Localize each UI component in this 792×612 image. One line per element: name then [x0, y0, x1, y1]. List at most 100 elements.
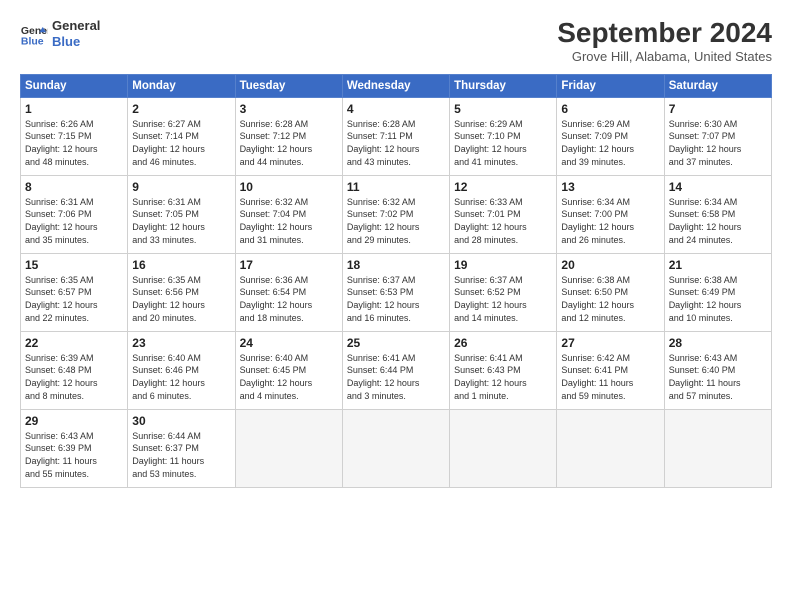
- day-info: Sunrise: 6:35 AM Sunset: 6:57 PM Dayligh…: [25, 274, 123, 324]
- day-info: Sunrise: 6:31 AM Sunset: 7:06 PM Dayligh…: [25, 196, 123, 246]
- weekday-header: Friday: [557, 74, 664, 97]
- logo-icon: General Blue: [20, 20, 48, 48]
- calendar-cell: 28 Sunrise: 6:43 AM Sunset: 6:40 PM Dayli…: [664, 331, 771, 409]
- day-number: 18: [347, 258, 445, 272]
- header: General Blue General Blue September 2024…: [20, 18, 772, 64]
- calendar-week-row: 1 Sunrise: 6:26 AM Sunset: 7:15 PM Daylig…: [21, 97, 772, 175]
- day-info: Sunrise: 6:27 AM Sunset: 7:14 PM Dayligh…: [132, 118, 230, 168]
- day-number: 12: [454, 180, 552, 194]
- calendar-cell: 11 Sunrise: 6:32 AM Sunset: 7:02 PM Dayli…: [342, 175, 449, 253]
- weekday-header: Thursday: [450, 74, 557, 97]
- day-number: 13: [561, 180, 659, 194]
- calendar-table: SundayMondayTuesdayWednesdayThursdayFrid…: [20, 74, 772, 488]
- calendar-cell: 25Sunrise: 6:41 AM Sunset: 6:44 PM Dayli…: [342, 331, 449, 409]
- day-info: Sunrise: 6:26 AM Sunset: 7:15 PM Dayligh…: [25, 118, 123, 168]
- weekday-header: Tuesday: [235, 74, 342, 97]
- calendar-cell: 14 Sunrise: 6:34 AM Sunset: 6:58 PM Dayli…: [664, 175, 771, 253]
- weekday-header: Monday: [128, 74, 235, 97]
- calendar-cell: 30Sunrise: 6:44 AM Sunset: 6:37 PM Dayli…: [128, 409, 235, 487]
- calendar-cell: 19 Sunrise: 6:37 AM Sunset: 6:52 PM Dayli…: [450, 253, 557, 331]
- day-info: Sunrise: 6:32 AM Sunset: 7:02 PM Dayligh…: [347, 196, 445, 246]
- day-number: 25: [347, 336, 445, 350]
- day-info: Sunrise: 6:39 AM Sunset: 6:48 PM Dayligh…: [25, 352, 123, 402]
- day-number: 1: [25, 102, 123, 116]
- calendar-cell: 8 Sunrise: 6:31 AM Sunset: 7:06 PM Daylig…: [21, 175, 128, 253]
- day-info: Sunrise: 6:40 AM Sunset: 6:46 PM Dayligh…: [132, 352, 230, 402]
- calendar-cell: 6Sunrise: 6:29 AM Sunset: 7:09 PM Daylig…: [557, 97, 664, 175]
- day-number: 14: [669, 180, 767, 194]
- calendar-cell: 12 Sunrise: 6:33 AM Sunset: 7:01 PM Dayli…: [450, 175, 557, 253]
- day-info: Sunrise: 6:28 AM Sunset: 7:12 PM Dayligh…: [240, 118, 338, 168]
- day-number: 5: [454, 102, 552, 116]
- calendar-cell: [664, 409, 771, 487]
- day-number: 17: [240, 258, 338, 272]
- day-number: 22: [25, 336, 123, 350]
- day-info: Sunrise: 6:43 AM Sunset: 6:39 PM Dayligh…: [25, 430, 123, 480]
- calendar-cell: 18Sunrise: 6:37 AM Sunset: 6:53 PM Dayli…: [342, 253, 449, 331]
- calendar-week-row: 8 Sunrise: 6:31 AM Sunset: 7:06 PM Daylig…: [21, 175, 772, 253]
- calendar-cell: [342, 409, 449, 487]
- day-number: 8: [25, 180, 123, 194]
- calendar-cell: 10 Sunrise: 6:32 AM Sunset: 7:04 PM Dayli…: [235, 175, 342, 253]
- day-number: 27: [561, 336, 659, 350]
- calendar-cell: 5 Sunrise: 6:29 AM Sunset: 7:10 PM Daylig…: [450, 97, 557, 175]
- calendar-week-row: 29 Sunrise: 6:43 AM Sunset: 6:39 PM Dayli…: [21, 409, 772, 487]
- day-number: 21: [669, 258, 767, 272]
- calendar-cell: 16 Sunrise: 6:35 AM Sunset: 6:56 PM Dayli…: [128, 253, 235, 331]
- day-info: Sunrise: 6:35 AM Sunset: 6:56 PM Dayligh…: [132, 274, 230, 324]
- day-info: Sunrise: 6:41 AM Sunset: 6:43 PM Dayligh…: [454, 352, 552, 402]
- day-number: 7: [669, 102, 767, 116]
- day-number: 24: [240, 336, 338, 350]
- calendar-cell: [557, 409, 664, 487]
- weekday-header-row: SundayMondayTuesdayWednesdayThursdayFrid…: [21, 74, 772, 97]
- day-info: Sunrise: 6:32 AM Sunset: 7:04 PM Dayligh…: [240, 196, 338, 246]
- day-info: Sunrise: 6:30 AM Sunset: 7:07 PM Dayligh…: [669, 118, 767, 168]
- calendar-cell: 26 Sunrise: 6:41 AM Sunset: 6:43 PM Dayli…: [450, 331, 557, 409]
- day-info: Sunrise: 6:38 AM Sunset: 6:49 PM Dayligh…: [669, 274, 767, 324]
- day-info: Sunrise: 6:43 AM Sunset: 6:40 PM Dayligh…: [669, 352, 767, 402]
- day-number: 29: [25, 414, 123, 428]
- calendar-cell: 3 Sunrise: 6:28 AM Sunset: 7:12 PM Daylig…: [235, 97, 342, 175]
- day-number: 4: [347, 102, 445, 116]
- calendar-cell: 15 Sunrise: 6:35 AM Sunset: 6:57 PM Dayli…: [21, 253, 128, 331]
- day-number: 19: [454, 258, 552, 272]
- calendar-cell: 27 Sunrise: 6:42 AM Sunset: 6:41 PM Dayli…: [557, 331, 664, 409]
- calendar-cell: 24Sunrise: 6:40 AM Sunset: 6:45 PM Dayli…: [235, 331, 342, 409]
- title-section: September 2024 Grove Hill, Alabama, Unit…: [557, 18, 772, 64]
- day-info: Sunrise: 6:29 AM Sunset: 7:09 PM Dayligh…: [561, 118, 659, 168]
- logo: General Blue General Blue: [20, 18, 100, 49]
- day-info: Sunrise: 6:29 AM Sunset: 7:10 PM Dayligh…: [454, 118, 552, 168]
- day-number: 11: [347, 180, 445, 194]
- calendar-cell: 23 Sunrise: 6:40 AM Sunset: 6:46 PM Dayli…: [128, 331, 235, 409]
- day-number: 15: [25, 258, 123, 272]
- day-info: Sunrise: 6:38 AM Sunset: 6:50 PM Dayligh…: [561, 274, 659, 324]
- day-number: 16: [132, 258, 230, 272]
- day-number: 23: [132, 336, 230, 350]
- calendar-cell: 20Sunrise: 6:38 AM Sunset: 6:50 PM Dayli…: [557, 253, 664, 331]
- day-info: Sunrise: 6:28 AM Sunset: 7:11 PM Dayligh…: [347, 118, 445, 168]
- calendar-cell: [235, 409, 342, 487]
- day-info: Sunrise: 6:44 AM Sunset: 6:37 PM Dayligh…: [132, 430, 230, 480]
- calendar-week-row: 22 Sunrise: 6:39 AM Sunset: 6:48 PM Dayli…: [21, 331, 772, 409]
- day-number: 28: [669, 336, 767, 350]
- day-info: Sunrise: 6:34 AM Sunset: 6:58 PM Dayligh…: [669, 196, 767, 246]
- calendar-cell: 1 Sunrise: 6:26 AM Sunset: 7:15 PM Daylig…: [21, 97, 128, 175]
- month-title: September 2024: [557, 18, 772, 49]
- day-info: Sunrise: 6:33 AM Sunset: 7:01 PM Dayligh…: [454, 196, 552, 246]
- weekday-header: Sunday: [21, 74, 128, 97]
- day-info: Sunrise: 6:37 AM Sunset: 6:52 PM Dayligh…: [454, 274, 552, 324]
- weekday-header: Wednesday: [342, 74, 449, 97]
- calendar-cell: 2 Sunrise: 6:27 AM Sunset: 7:14 PM Daylig…: [128, 97, 235, 175]
- day-number: 3: [240, 102, 338, 116]
- day-number: 2: [132, 102, 230, 116]
- weekday-header: Saturday: [664, 74, 771, 97]
- location: Grove Hill, Alabama, United States: [557, 49, 772, 64]
- day-number: 10: [240, 180, 338, 194]
- calendar-cell: 17Sunrise: 6:36 AM Sunset: 6:54 PM Dayli…: [235, 253, 342, 331]
- day-info: Sunrise: 6:42 AM Sunset: 6:41 PM Dayligh…: [561, 352, 659, 402]
- day-number: 26: [454, 336, 552, 350]
- calendar-page: General Blue General Blue September 2024…: [0, 0, 792, 612]
- logo-blue: Blue: [52, 34, 100, 50]
- logo-general: General: [52, 18, 100, 34]
- calendar-cell: 4 Sunrise: 6:28 AM Sunset: 7:11 PM Daylig…: [342, 97, 449, 175]
